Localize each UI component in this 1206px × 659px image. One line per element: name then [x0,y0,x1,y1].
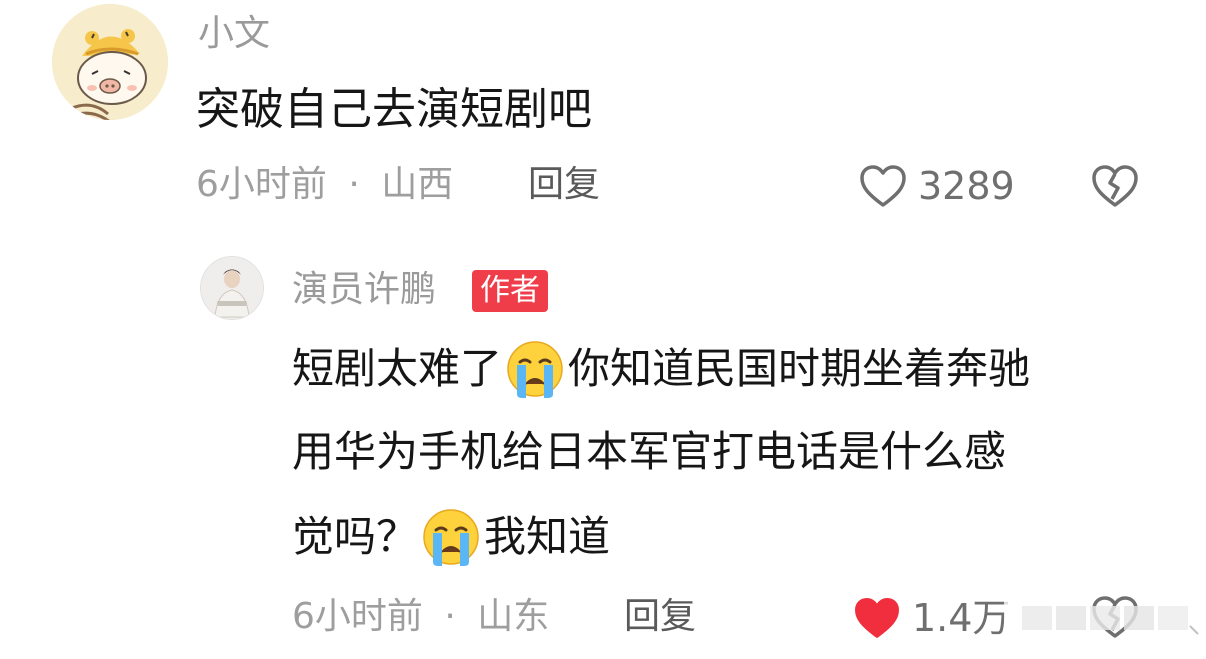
reply-text-line-1: 短剧太难了 你知道民国时期坐着奔驰 [292,338,1030,400]
heart-outline-icon [858,163,908,209]
author-badge: 作者 [472,270,548,312]
reply-location: 山东 [477,596,550,637]
reply-text-segment: 觉吗？ [292,512,419,561]
comment-text: 突破自己去演短剧吧 [196,84,592,135]
reply-username[interactable]: 演员许鹏 [292,266,436,314]
like-count: 3289 [918,164,1015,208]
reply-time: 6小时前 [292,596,423,637]
meta-separator: · [348,164,360,205]
reply-like-button[interactable]: 1.4万 [852,592,1010,644]
reply-reply-button[interactable]: 回复 [624,592,696,642]
reply-like-count: 1.4万 [912,596,1011,640]
broken-heart-icon [1090,163,1140,209]
reply-text-segment: 用华为手机给日本军官打电话是什么感 [292,427,1007,476]
comment-username[interactable]: 小文 [198,10,270,58]
comment-meta: 6小时前 · 山西 [196,160,453,210]
meta-separator: · [444,596,456,637]
reply-text-segment: 你知道民国时期坐着奔驰 [568,344,1031,393]
reply-text-segment: 短剧太难了 [292,344,503,393]
reply-text-line-2: 用华为手机给日本军官打电话是什么感 [292,422,1006,482]
heart-filled-icon [852,595,902,641]
comment-thread: 小文 突破自己去演短剧吧 6小时前 · 山西 回复 3289 演员许鹏 作者 短… [0,0,1206,659]
crying-face-icon [420,506,482,568]
person-avatar-icon [201,257,263,319]
dislike-button[interactable] [1090,163,1140,209]
reply-button[interactable]: 回复 [528,160,600,210]
cartoon-avatar-icon [52,4,168,120]
reply-avatar[interactable] [200,256,264,320]
avatar[interactable] [52,4,168,120]
reply-meta: 6小时前 · 山东 [292,592,549,642]
comment-location: 山西 [381,164,454,205]
reply-text-line-3: 觉吗？ 我知道 [292,506,610,568]
crying-face-icon [504,338,566,400]
comment-time: 6小时前 [196,164,327,205]
like-button[interactable]: 3289 [858,160,1015,212]
reply-text-segment: 我知道 [484,512,611,561]
watermark-overlay [1004,600,1199,635]
